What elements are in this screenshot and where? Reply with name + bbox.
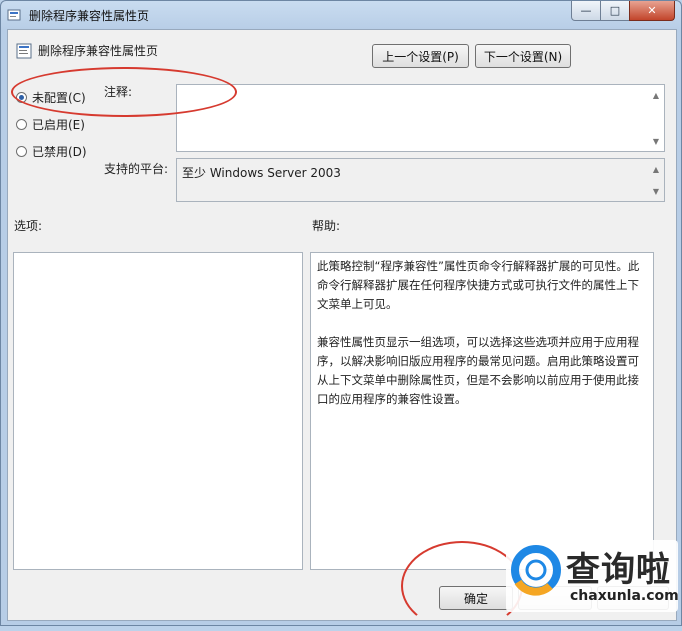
watermark-name: 查询啦 xyxy=(566,550,671,590)
radio-label: 已启用(E) xyxy=(32,118,85,132)
help-panel: 此策略控制“程序兼容性”属性页命令行解释器扩展的可见性。此命令行解释器扩展在任何… xyxy=(310,252,654,570)
window-title: 删除程序兼容性属性页 xyxy=(29,9,150,23)
platform-label: 支持的平台: xyxy=(104,162,169,176)
policy-setting-icon xyxy=(16,43,32,59)
scroll-down-icon[interactable]: ▼ xyxy=(650,185,662,197)
options-panel xyxy=(13,252,303,570)
comment-textbox[interactable]: ▲ ▼ xyxy=(176,84,665,152)
radio-indicator[interactable] xyxy=(16,146,27,157)
help-label: 帮助: xyxy=(312,219,341,233)
highlight-ellipse xyxy=(401,541,523,631)
highlight-ellipse xyxy=(11,67,237,117)
platform-value: 至少 Windows Server 2003 xyxy=(182,166,341,180)
radio-indicator[interactable] xyxy=(16,119,27,130)
radio-label: 已禁用(D) xyxy=(32,145,87,159)
policy-icon xyxy=(7,9,21,21)
scroll-up-icon[interactable]: ▲ xyxy=(650,163,662,175)
dialog-client-area: 删除程序兼容性属性页 上一个设置(P) 下一个设置(N) 未配置(C) 已启用(… xyxy=(7,29,677,621)
options-label: 选项: xyxy=(14,219,43,233)
previous-setting-button[interactable]: 上一个设置(P) xyxy=(372,44,469,68)
setting-title: 删除程序兼容性属性页 xyxy=(38,44,159,58)
dialog-window: 删除程序兼容性属性页 — □ ✕ 删除程序兼容性属性页 上一个设置(P) 下一个… xyxy=(0,0,682,631)
close-button[interactable]: ✕ xyxy=(629,1,675,21)
radio-disabled[interactable]: 已禁用(D) xyxy=(16,143,87,160)
supported-platform-box: 至少 Windows Server 2003 ▲ ▼ xyxy=(176,158,665,202)
help-paragraph: 此策略控制“程序兼容性”属性页命令行解释器扩展的可见性。此命令行解释器扩展在任何… xyxy=(317,259,640,311)
watermark-domain: chaxunla.com xyxy=(570,588,679,604)
scroll-down-icon[interactable]: ▼ xyxy=(650,135,662,147)
help-paragraph: 兼容性属性页显示一组选项，可以选择这些选项并应用于应用程序，以解决影响旧版应用程… xyxy=(317,335,639,406)
magnifier-logo-icon xyxy=(511,545,561,596)
watermark-logo: 查询啦 chaxunla.com xyxy=(506,540,679,612)
scroll-up-icon[interactable]: ▲ xyxy=(650,89,662,101)
title-bar[interactable]: 删除程序兼容性属性页 — □ ✕ xyxy=(1,1,681,29)
next-setting-button[interactable]: 下一个设置(N) xyxy=(475,44,571,68)
radio-enabled[interactable]: 已启用(E) xyxy=(16,116,85,133)
maximize-button[interactable]: □ xyxy=(600,1,630,21)
minimize-button[interactable]: — xyxy=(571,1,601,21)
